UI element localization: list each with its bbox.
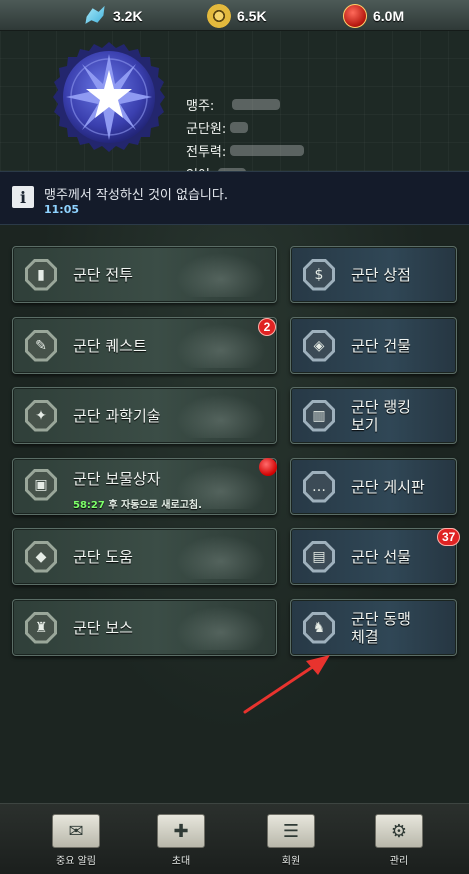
annotation-arrow-icon [243,655,330,714]
handshake-icon: ◆ [25,540,57,573]
nav-invite[interactable]: ✚ 초대 [152,814,210,872]
alliance-shop-button[interactable]: $ 군단 상점 [290,246,457,303]
info-icon: i [12,186,34,208]
treasure-refresh-timer: 58:27 후 자동으로 새로고침. [73,496,202,511]
alliance-boss-label: 군단 보스 [73,618,133,637]
members-value-redacted [230,122,249,133]
leader-value-redacted [232,99,281,110]
pact-label-line1: 군단 동맹 [351,609,411,628]
quest-deco [176,324,266,368]
alliance-treasure-label: 군단 보물상자 [73,469,161,488]
alliance-pact-label: 군단 동맹 체결 [351,610,411,646]
chest-icon: ▣ [25,468,57,501]
ranking-label-line2: 보기 [351,415,379,434]
ranking-label-line1: 군단 랭킹 [351,397,411,416]
alliance-board-label: 군단 게시판 [351,477,425,496]
gift-badge: 37 [437,528,461,546]
help-deco [176,535,266,579]
nav-invite-label: 초대 [171,856,191,867]
mail-group-icon: ✉ [52,814,100,848]
alliance-boss-button[interactable]: ♜ 군단 보스 [12,599,277,656]
chat-bubble-icon: … [303,470,335,503]
alliance-tech-label: 군단 과학기술 [73,406,161,425]
alliance-board-button[interactable]: … 군단 게시판 [290,458,457,515]
alliance-ranking-button[interactable]: ▥ 군단 랭킹 보기 [290,387,457,444]
alliance-shop-label: 군단 상점 [351,265,411,284]
resource-gold[interactable]: 6.5K [207,0,267,31]
alliance-battle-label: 군단 전투 [73,265,133,284]
members-row: 군단원: [186,116,304,139]
bottom-nav: ✉ 중요 알림 ✚ 초대 ☰ 회원 ⚙ 관리 [0,803,469,874]
nav-members-label: 회원 [281,856,301,867]
alliance-treasure-button[interactable]: ▣ 군단 보물상자 58:27 후 자동으로 새로고침. [12,458,277,515]
quest-badge: 2 [258,318,276,336]
resource-crystal[interactable]: 3.2K [83,0,143,31]
cube-icon: ◈ [303,329,335,362]
power-badge-icon [343,3,367,28]
bullet-icon: ▮ [25,258,57,291]
add-member-icon: ✚ [157,814,205,848]
ranking-bars-icon: ▥ [303,399,335,432]
money-bag-icon: $ [303,258,335,291]
alliance-battle-button[interactable]: ▮ 군단 전투 [12,246,277,303]
tech-deco [176,394,266,438]
pact-label-line2: 체결 [351,627,379,646]
alliance-ranking-label: 군단 랭킹 보기 [351,398,411,434]
resource-power[interactable]: 6.0M [343,0,404,31]
gold-value: 6.5K [237,7,267,24]
alliance-gift-button[interactable]: ▤ 군단 선물 [290,528,457,585]
gear-coin-icon [207,3,231,28]
notice-text: 맹주께서 작성하신 것이 없습니다. [44,188,228,203]
soldier-icon: ♜ [25,611,57,644]
member-card-icon: ☰ [267,814,315,848]
gift-box-icon: ▤ [303,540,335,573]
boss-deco [176,606,266,650]
alliance-pact-button[interactable]: ♞ 군단 동맹 체결 [290,599,457,656]
alliance-help-label: 군단 도움 [73,547,133,566]
power-row: 전투력: [186,139,305,162]
manage-gear-icon: ⚙ [375,814,423,848]
crystal-value: 3.2K [113,7,143,24]
leader-notice[interactable]: i 맹주께서 작성하신 것이 없습니다. 11:05 [0,171,469,225]
alliance-tech-button[interactable]: ✦ 군단 과학기술 [12,387,277,444]
power-value-redacted [230,145,305,156]
power-label: 전투력: [186,145,227,160]
nav-members[interactable]: ☰ 회원 [262,814,320,872]
alliance-header: 맹주: 군단원: 전투력: 언어: [0,31,469,183]
alliance-building-button[interactable]: ◈ 군단 건물 [290,317,457,374]
alliance-emblem-icon[interactable] [52,40,166,154]
satellite-icon: ✦ [25,399,57,432]
alliance-gift-label: 군단 선물 [351,547,411,566]
nav-important-notice-label: 중요 알림 [56,856,96,867]
allies-icon: ♞ [303,611,335,644]
treasure-notification-dot [259,458,277,476]
alliance-help-button[interactable]: ◆ 군단 도움 [12,528,277,585]
battle-deco [176,253,266,297]
nav-manage-label: 관리 [389,856,409,867]
scroll-pen-icon: ✎ [25,329,57,362]
leader-row: 맹주: [186,93,304,116]
nav-manage[interactable]: ⚙ 관리 [370,814,428,872]
alliance-quest-label: 군단 퀘스트 [73,336,147,355]
alliance-building-label: 군단 건물 [351,336,411,355]
power-value: 6.0M [373,7,405,24]
members-label: 군단원: [186,122,227,137]
nav-important-notice[interactable]: ✉ 중요 알림 [47,814,105,872]
notice-time: 11:05 [44,203,80,216]
resource-bar: 3.2K 6.5K 6.0M [0,0,469,31]
crystal-icon [85,5,105,24]
leader-label: 맹주: [186,99,215,114]
alliance-quest-button[interactable]: ✎ 군단 퀘스트 [12,317,277,374]
treasure-refresh-text: 후 자동으로 새로고침. [108,500,202,511]
treasure-refresh-time: 58:27 [73,500,105,511]
